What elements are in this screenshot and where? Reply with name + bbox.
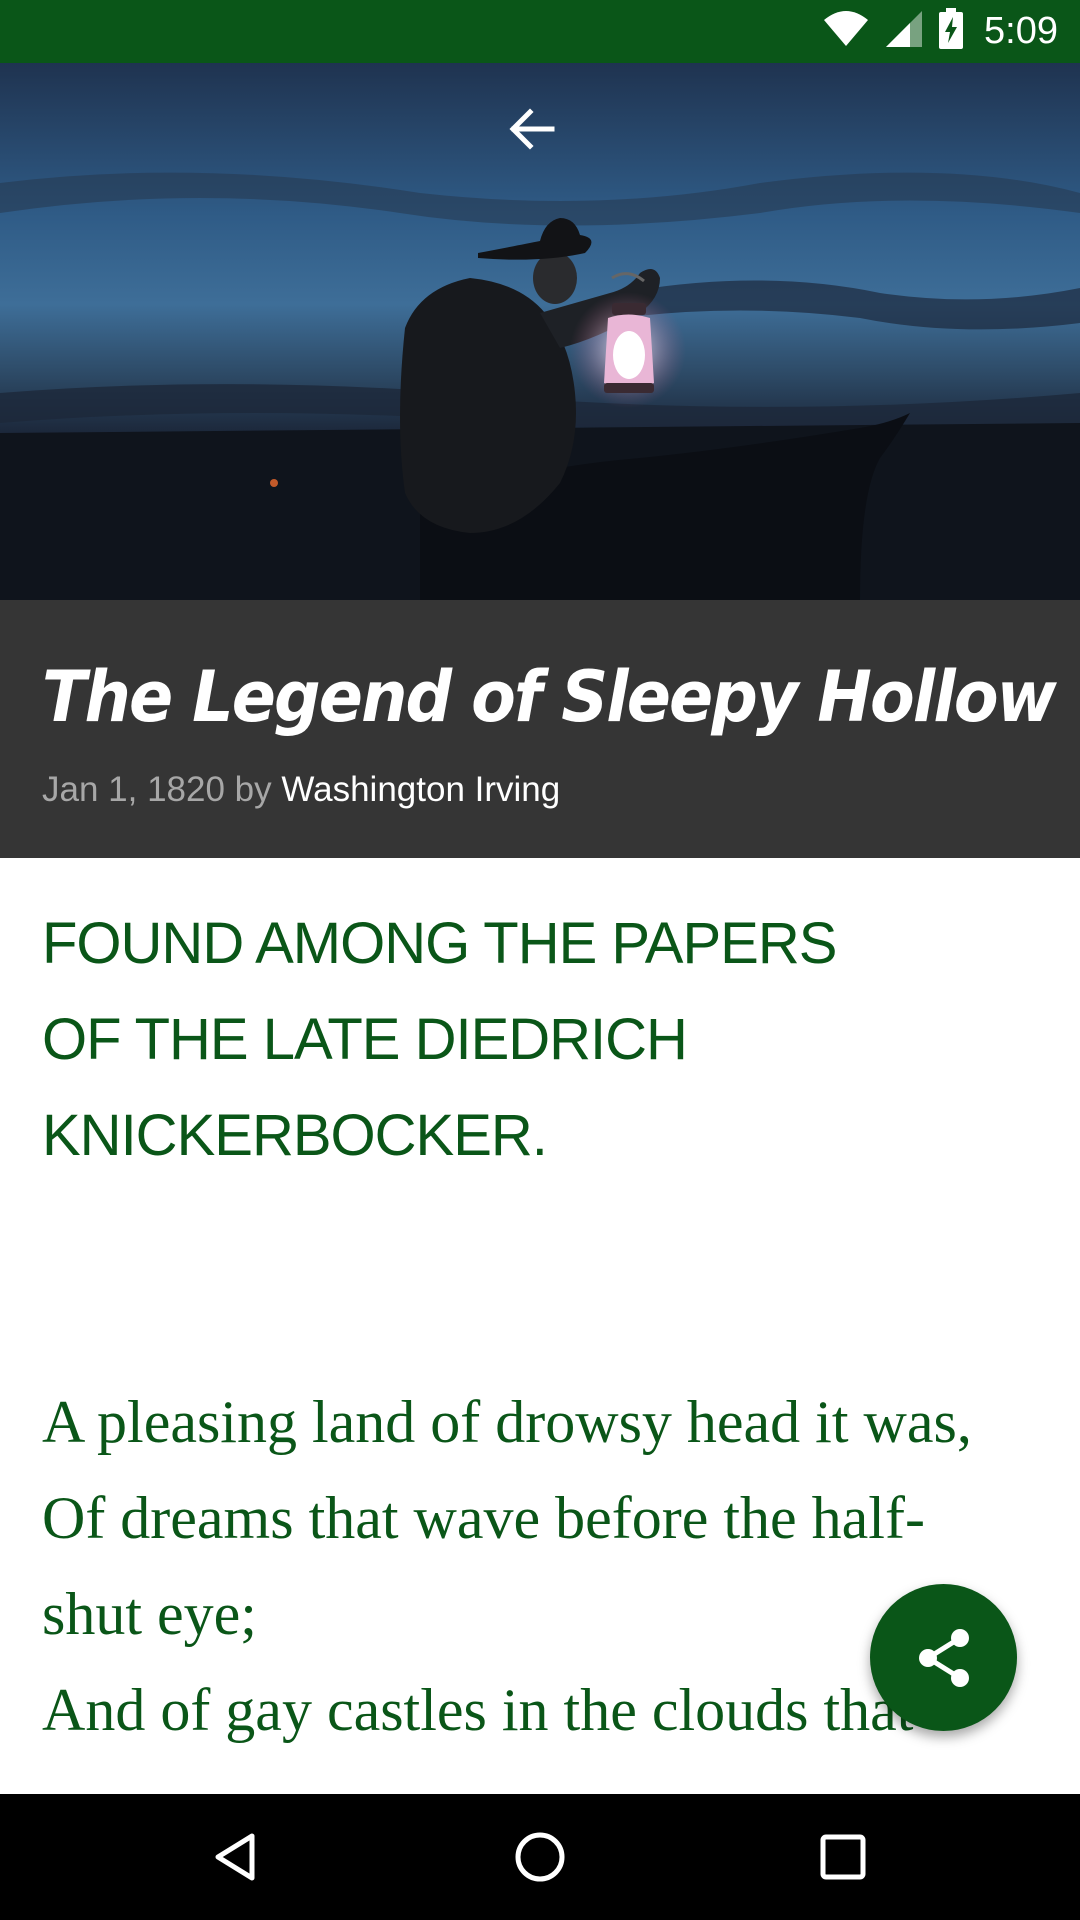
back-triangle-icon <box>215 1833 255 1881</box>
cellular-signal-icon <box>884 9 924 54</box>
publish-date: Jan 1, 1820 <box>42 770 225 809</box>
screen: 5:09 The Legend of Sleepy Hollow Jan 1, … <box>0 0 1080 1920</box>
byline: Jan 1, 1820 by Washington Irving <box>42 770 560 810</box>
navigation-bar <box>0 1794 1080 1920</box>
nav-recents-button[interactable] <box>806 1820 880 1894</box>
article-title: The Legend of Sleepy Hollow <box>42 656 1057 738</box>
status-time: 5:09 <box>984 10 1058 52</box>
author-name: Washington Irving <box>281 770 561 809</box>
nav-back-button[interactable] <box>199 1820 273 1894</box>
poem-line: Of dreams that wave before the half- <box>42 1485 925 1551</box>
title-panel: The Legend of Sleepy Hollow Jan 1, 1820 … <box>0 600 1080 858</box>
nav-home-button[interactable] <box>503 1820 577 1894</box>
article-heading: FOUND AMONG THE PAPERS OF THE LATE DIEDR… <box>42 911 837 1168</box>
poem-text: A pleasing land of drowsy head it was, O… <box>42 1374 1052 1794</box>
byline-by: by <box>234 770 272 809</box>
arrow-back-icon <box>509 108 555 150</box>
hero-image <box>0 63 1080 600</box>
share-button[interactable] <box>870 1584 1017 1731</box>
back-button[interactable] <box>508 107 572 171</box>
home-circle-icon <box>515 1832 565 1882</box>
poem-line: pass, <box>42 1758 1052 1794</box>
status-bar: 5:09 <box>0 0 1080 63</box>
share-icon <box>918 1628 969 1687</box>
recents-square-icon <box>820 1834 866 1880</box>
poem-line: A pleasing land of drowsy head it was, <box>42 1389 972 1455</box>
battery-charging-icon <box>938 8 964 55</box>
wifi-icon <box>822 10 870 53</box>
status-icons: 5:09 <box>822 0 1058 63</box>
